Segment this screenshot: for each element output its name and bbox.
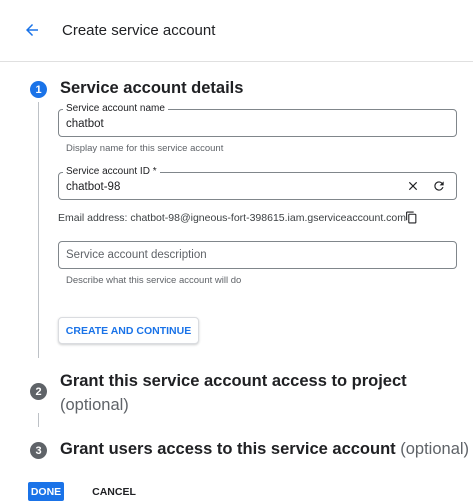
page-title: Create service account: [62, 22, 216, 39]
service-account-description-placeholder[interactable]: Service account description: [66, 249, 207, 261]
step-2-optional: (optional): [60, 396, 129, 414]
done-button[interactable]: DONE: [28, 482, 64, 501]
step-1-title: Service account details: [60, 79, 244, 97]
service-account-name-value[interactable]: chatbot: [66, 118, 104, 130]
refresh-icon[interactable]: [431, 178, 447, 194]
step-3-title[interactable]: Grant users access to this service accou…: [60, 440, 469, 459]
step-connector: [38, 413, 39, 427]
service-account-id-label: Service account ID *: [63, 166, 160, 177]
step-2-title[interactable]: Grant this service account access to pro…: [60, 372, 407, 391]
step-connector: [38, 102, 39, 358]
back-arrow-icon[interactable]: [22, 20, 42, 40]
service-account-id-value[interactable]: chatbot-98: [66, 181, 120, 193]
step-1-number: 1: [30, 81, 47, 98]
service-account-name-label: Service account name: [63, 103, 168, 114]
create-and-continue-button[interactable]: CREATE AND CONTINUE: [58, 317, 199, 344]
service-account-name-hint: Display name for this service account: [66, 143, 224, 154]
copy-icon[interactable]: [403, 209, 419, 225]
step-3-title-text: Grant users access to this service accou…: [60, 440, 396, 458]
cancel-button[interactable]: CANCEL: [88, 482, 140, 501]
service-account-description-hint: Describe what this service account will …: [66, 275, 242, 286]
step-2-number: 2: [30, 383, 47, 400]
service-account-email: Email address: chatbot-98@igneous-fort-3…: [58, 212, 407, 224]
step-3-optional: (optional): [400, 440, 470, 458]
clear-icon[interactable]: [405, 178, 421, 194]
step-3-number: 3: [30, 442, 47, 459]
